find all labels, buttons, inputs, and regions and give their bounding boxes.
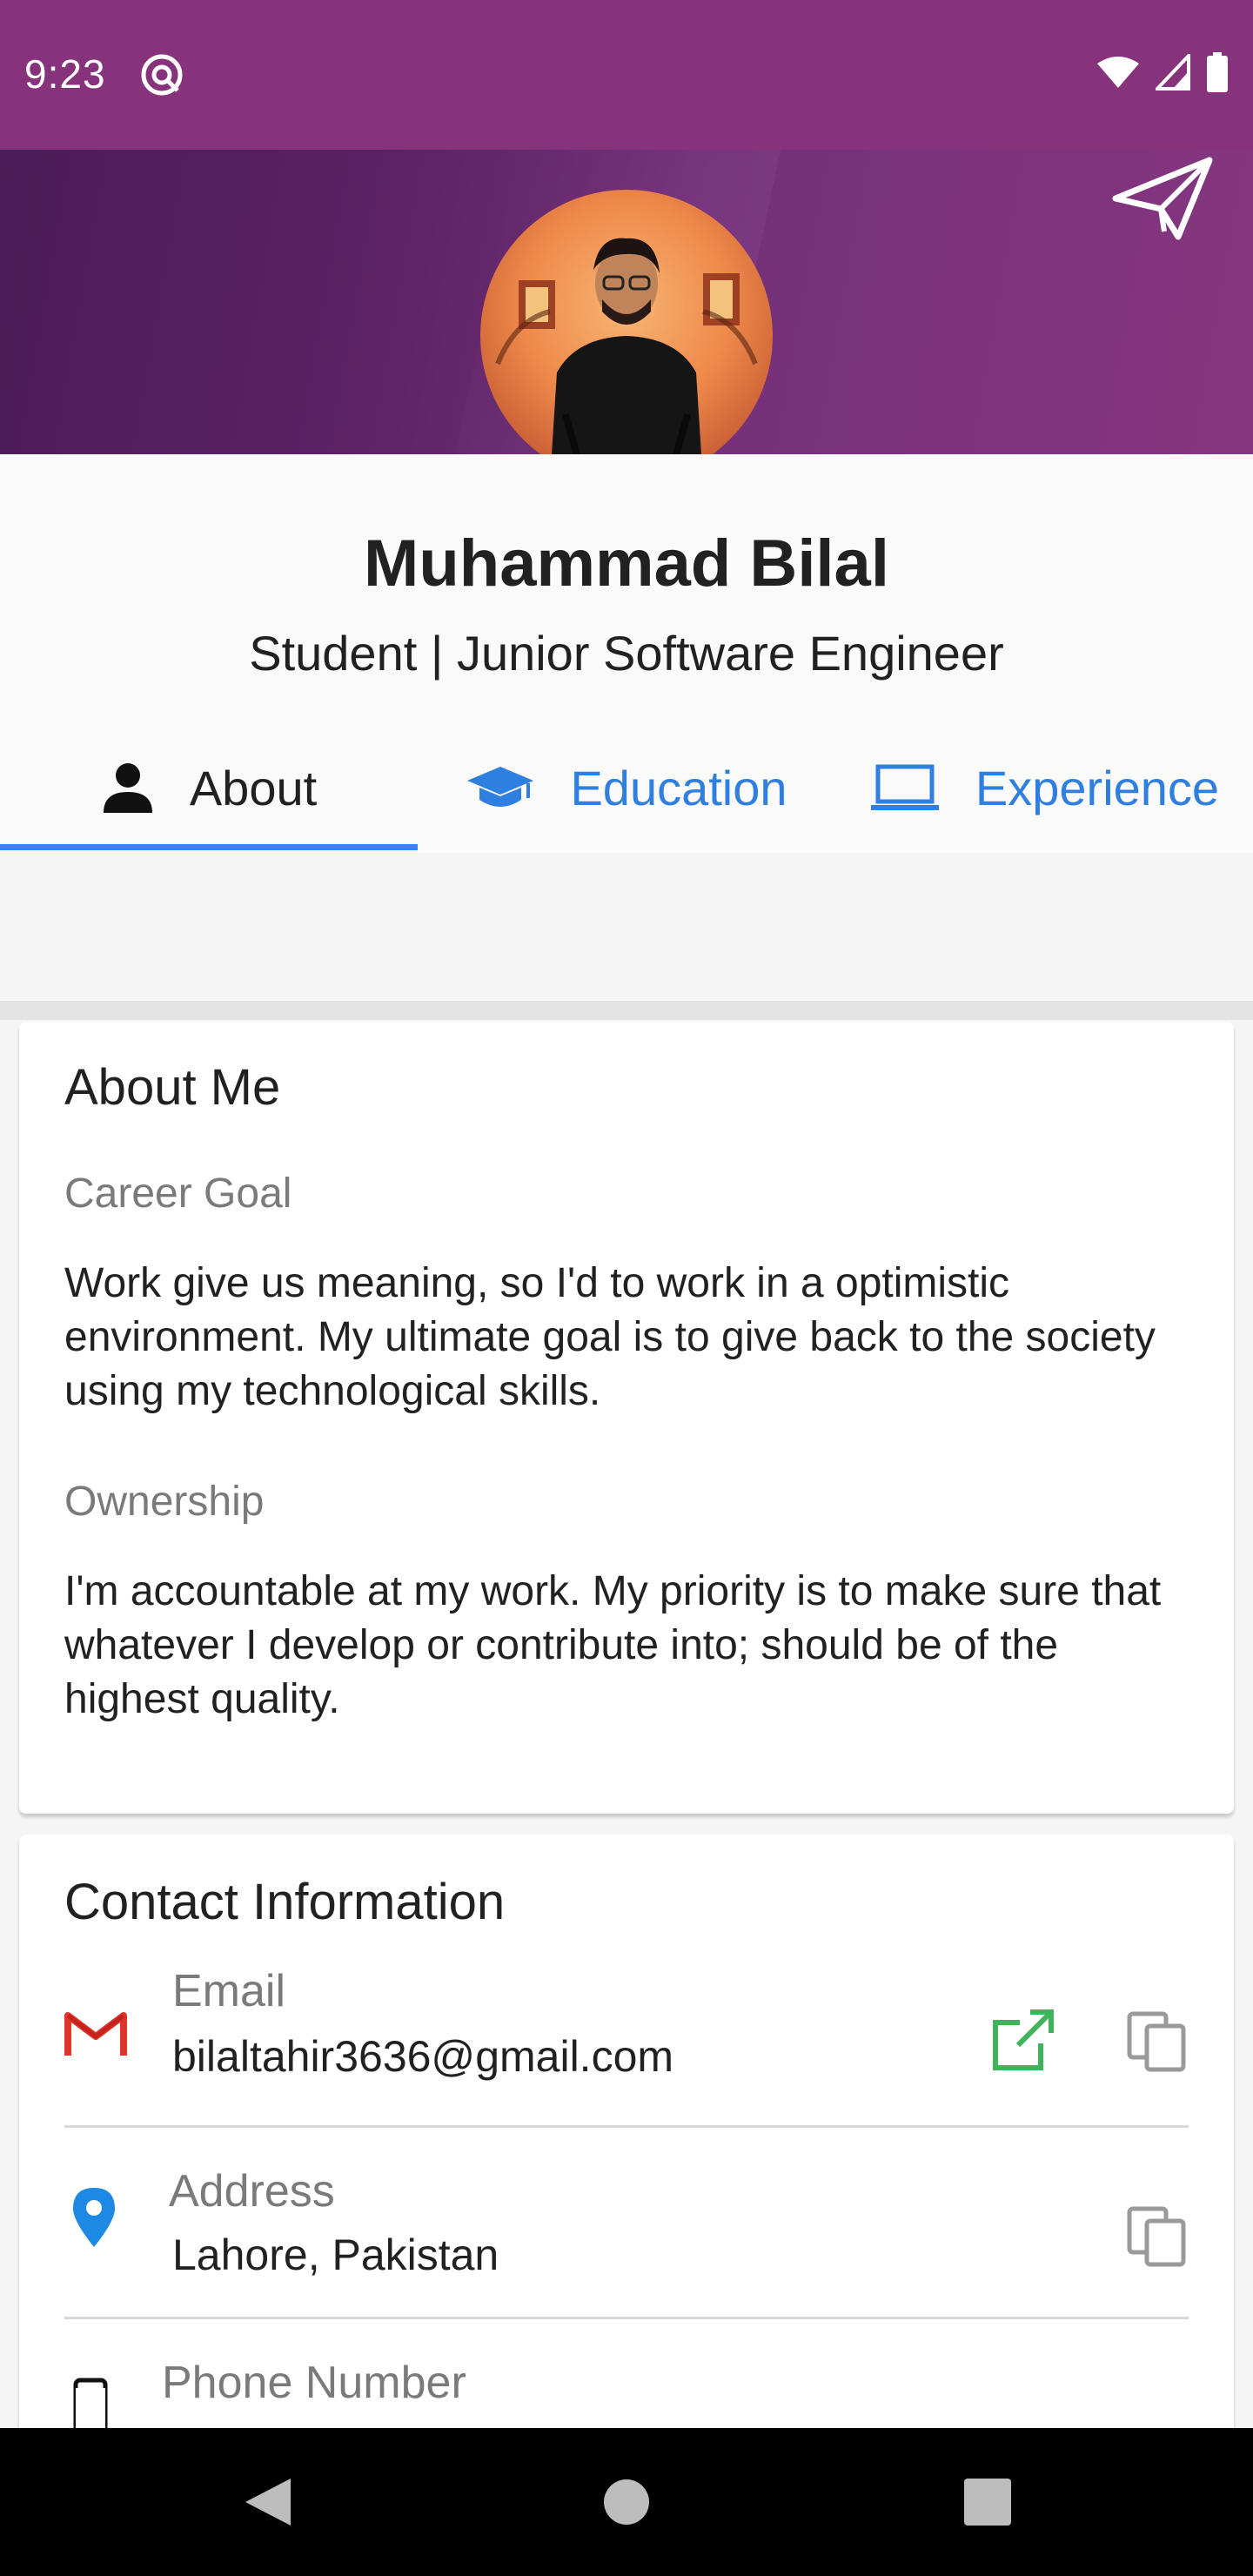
career-goal-label: Career Goal [64, 1171, 292, 1217]
person-icon [103, 763, 152, 813]
ownership-text: I'm accountable at my work. My priority … [64, 1568, 1162, 1722]
profile-subtitle: Student | Junior Software Engineer [249, 626, 1004, 681]
cell-signal-icon [1156, 54, 1190, 91]
row-divider [64, 2125, 1189, 2128]
status-icons [1096, 52, 1229, 92]
ownership-label: Ownership [64, 1479, 265, 1525]
profile-name: Muhammad Bilal [364, 527, 889, 600]
status-time: 9:23 [24, 51, 106, 97]
phone-label: Phone Number [162, 2358, 466, 2408]
contact-row-address: Address Lahore, Pakistan [64, 2165, 1189, 2304]
email-label: Email [172, 1966, 286, 2016]
copy-icon[interactable] [1126, 2010, 1189, 2073]
system-nav-bar [0, 2428, 1253, 2576]
tab-education-label: Education [570, 760, 787, 815]
home-icon[interactable] [596, 2472, 657, 2532]
tab-about-label: About [189, 760, 318, 815]
location-pin-icon [73, 2188, 115, 2247]
contact-title: Contact Information [64, 1874, 506, 1930]
status-bar: 9:23 [0, 0, 1253, 150]
graduation-cap-icon [467, 767, 534, 807]
tab-about[interactable]: About [0, 722, 418, 853]
section-divider [0, 1001, 1253, 1020]
gmail-icon [64, 2012, 127, 2056]
tab-bar: About Education Experience [0, 722, 1253, 853]
paper-plane-icon[interactable] [1112, 155, 1215, 242]
wifi-icon [1097, 57, 1139, 88]
battery-icon [1207, 52, 1228, 92]
about-title: About Me [64, 1059, 281, 1116]
laptop-icon [870, 764, 939, 810]
recents-icon[interactable] [957, 2472, 1018, 2532]
copy-icon[interactable] [1126, 2205, 1189, 2268]
tab-experience[interactable]: Experience [835, 722, 1253, 853]
email-value[interactable]: bilaltahir3636@gmail.com [172, 2031, 673, 2082]
about-card: About Me Career Goal Work give us meanin… [19, 1022, 1234, 1814]
address-value: Lahore, Pakistan [172, 2231, 499, 2279]
avatar-photo [495, 238, 758, 482]
open-external-icon[interactable] [992, 2009, 1055, 2071]
tab-experience-label: Experience [975, 760, 1220, 815]
avatar[interactable] [480, 190, 773, 482]
career-goal-text: Work give us meaning, so I'd to work in … [64, 1260, 1156, 1414]
tab-education[interactable]: Education [418, 722, 835, 853]
row-divider [64, 2317, 1189, 2319]
active-tab-indicator [0, 844, 418, 850]
content-spacer [0, 853, 1253, 1003]
address-label: Address [169, 2166, 335, 2217]
contact-row-email: Email bilaltahir3636@gmail.com [64, 1965, 1189, 2113]
back-icon[interactable] [237, 2472, 298, 2532]
do-not-disturb-icon [141, 54, 183, 96]
